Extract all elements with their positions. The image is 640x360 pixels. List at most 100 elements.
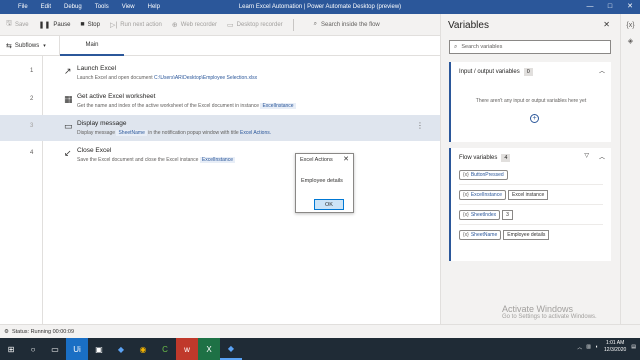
variable-chip: {x} SheetName xyxy=(459,230,502,240)
power-automate-active-icon[interactable]: ◆ xyxy=(220,338,242,360)
step-description: Display message SheetName in the notific… xyxy=(77,130,271,136)
camtasia-icon[interactable]: C xyxy=(154,338,176,360)
save-icon: 🖫 xyxy=(6,20,12,27)
monitor-icon: ▭ xyxy=(227,21,234,29)
step-desc-variable: SheetName xyxy=(116,130,147,136)
variables-panel: Variables ✕ ⌕ Search variables Input / o… xyxy=(440,14,620,324)
taskbar: ⊞ ○ ▭ Ui ▣ ◆ ◉ C ᴡ X ◆ ︿ ▥ ◖ 1:01 AM 12/… xyxy=(0,338,640,360)
clock-date: 12/3/2020 xyxy=(604,347,627,353)
flow-step-get-active-worksheet[interactable]: 2 ▦ Get active Excel worksheet Get the n… xyxy=(0,88,440,114)
word-icon[interactable]: ᴡ xyxy=(176,338,198,360)
chevron-up-tray-icon[interactable]: ︿ xyxy=(577,344,582,351)
step-title: Display message xyxy=(77,120,127,127)
variable-chip: {x} ExcelInstance xyxy=(459,190,506,200)
chevron-up-icon[interactable]: ︿ xyxy=(599,66,605,75)
search-flow-input[interactable]: ⌕ Search inside the flow xyxy=(314,21,380,28)
desktop-recorder-button[interactable]: ▭ Desktop recorder xyxy=(227,21,283,29)
web-recorder-label: Web recorder xyxy=(180,21,218,28)
menu-edit[interactable]: Edit xyxy=(41,4,51,10)
chrome-icon[interactable]: ◉ xyxy=(132,338,154,360)
watermark-line-1: Activate Windows xyxy=(502,304,574,314)
save-label: Save xyxy=(14,21,29,28)
dialog-title: Excel Actions xyxy=(300,157,333,163)
variable-value: Excel instance xyxy=(507,190,549,200)
menu-view[interactable]: View xyxy=(122,4,135,10)
volume-icon[interactable]: ◖ xyxy=(595,344,598,350)
network-icon[interactable]: ▥ xyxy=(586,344,591,350)
flow-variables-header[interactable]: Flow variables 4 xyxy=(459,154,511,162)
stop-button[interactable]: ■ Stop xyxy=(80,21,100,28)
minimize-button[interactable]: — xyxy=(580,0,600,14)
clock[interactable]: 1:01 AM 12/3/2020 xyxy=(604,340,626,354)
flow-variables-count: 4 xyxy=(501,154,511,162)
chevron-down-icon: ▾ xyxy=(43,42,46,49)
terminal-icon[interactable]: ▣ xyxy=(88,338,110,360)
chevron-up-icon[interactable]: ︿ xyxy=(599,152,605,161)
run-next-action-button[interactable]: ▷| Run next action xyxy=(110,21,162,29)
excel-icon[interactable]: X xyxy=(198,338,220,360)
flow-variables-label: Flow variables xyxy=(459,155,498,161)
io-variables-count: 0 xyxy=(523,68,533,76)
flow-variable-item[interactable]: {x} SheetName Employee details xyxy=(459,230,550,240)
menu-tools[interactable]: Tools xyxy=(95,4,109,10)
maximize-button[interactable]: □ xyxy=(600,0,620,14)
variable-icon: {x} xyxy=(463,232,469,238)
flow-step-launch-excel[interactable]: 1 ↗ Launch Excel Launch Excel and open d… xyxy=(0,60,440,86)
flow-variable-item[interactable]: {x} SheetIndex 3 xyxy=(459,210,513,220)
step-desc-text: Display message xyxy=(77,130,117,136)
flow-variable-item[interactable]: {x} ExcelInstance Excel instance xyxy=(459,190,549,200)
close-window-button[interactable]: ✕ xyxy=(620,0,640,14)
menu-debug[interactable]: Debug xyxy=(64,4,82,10)
status-bar: ⚙ Status: Running 00:00:09 xyxy=(0,324,640,338)
menu-file[interactable]: File xyxy=(18,4,28,10)
subflows-dropdown[interactable]: ⇆ Subflows ▾ xyxy=(0,35,60,56)
desktop-recorder-label: Desktop recorder xyxy=(236,21,283,28)
arrow-launch-icon: ↗ xyxy=(64,66,72,76)
search-flow-placeholder: Search inside the flow xyxy=(321,21,380,28)
notification-icon[interactable]: ▤ xyxy=(631,344,636,350)
step-description: Get the name and index of the active wor… xyxy=(77,103,296,109)
filter-icon[interactable]: ▽ xyxy=(584,152,589,159)
message-icon: ▭ xyxy=(64,121,73,131)
ui-app-icon[interactable]: Ui xyxy=(66,338,88,360)
tab-main[interactable]: Main xyxy=(60,36,124,56)
ok-button[interactable]: OK xyxy=(314,199,344,210)
close-panel-icon[interactable]: ✕ xyxy=(603,20,610,29)
step-desc-text: Launch Excel and open document xyxy=(77,75,154,81)
menu-help[interactable]: Help xyxy=(148,4,160,10)
start-icon[interactable]: ⊞ xyxy=(0,338,22,360)
io-variables-header[interactable]: Input / output variables 0 xyxy=(459,68,533,76)
step-desc-text: Get the name and index of the active wor… xyxy=(77,103,261,109)
divider xyxy=(459,184,603,185)
flow-step-display-message[interactable]: 3 ▭ Display message Display message Shee… xyxy=(0,115,440,141)
pause-label: Pause xyxy=(53,21,71,28)
step-desc-variable: ExcelInstance xyxy=(260,103,296,109)
flow-variables-section: Flow variables 4 ▽ ︿ {x} ButtonPressed {x… xyxy=(449,148,611,261)
step-desc-variable: C:\Users\AR\Desktop\Employee Selection.x… xyxy=(154,75,258,81)
io-variables-section: Input / output variables 0 ︿ There aren'… xyxy=(449,62,611,142)
flow-step-close-excel[interactable]: 4 ↙ Close Excel Save the Excel document … xyxy=(0,142,440,168)
pause-button[interactable]: ❚❚ Pause xyxy=(39,21,71,29)
save-button[interactable]: 🖫 Save xyxy=(6,19,29,30)
variable-name: ButtonPressed xyxy=(470,172,504,178)
search-variables-input[interactable]: ⌕ Search variables xyxy=(449,40,611,54)
add-variable-icon[interactable]: + xyxy=(530,114,539,123)
web-recorder-button[interactable]: ⊕ Web recorder xyxy=(172,21,217,29)
search-taskbar-icon[interactable]: ○ xyxy=(22,338,44,360)
flow-variable-item[interactable]: {x} ButtonPressed xyxy=(459,170,508,180)
power-automate-icon[interactable]: ◆ xyxy=(110,338,132,360)
search-icon: ⌕ xyxy=(313,21,318,27)
step-desc-text-2: in the notification popup window with ti… xyxy=(146,130,240,136)
task-view-icon[interactable]: ▭ xyxy=(44,338,66,360)
title-bar: File Edit Debug Tools View Help Learn Ex… xyxy=(0,0,640,14)
variable-icon: {x} xyxy=(463,192,469,198)
search-icon: ⌕ xyxy=(454,43,458,50)
step-description: Save the Excel document and close the Ex… xyxy=(77,157,235,163)
variables-rail-icon[interactable]: {x} xyxy=(621,22,640,29)
step-icon: ▷| xyxy=(109,21,118,29)
step-description: Launch Excel and open document C:\Users\… xyxy=(77,75,257,81)
layers-icon[interactable]: ◈ xyxy=(621,37,640,45)
more-options-icon[interactable]: ⋮ xyxy=(416,121,424,130)
dialog-close-icon[interactable]: ✕ xyxy=(343,155,349,163)
run-next-label: Run next action xyxy=(120,21,162,28)
